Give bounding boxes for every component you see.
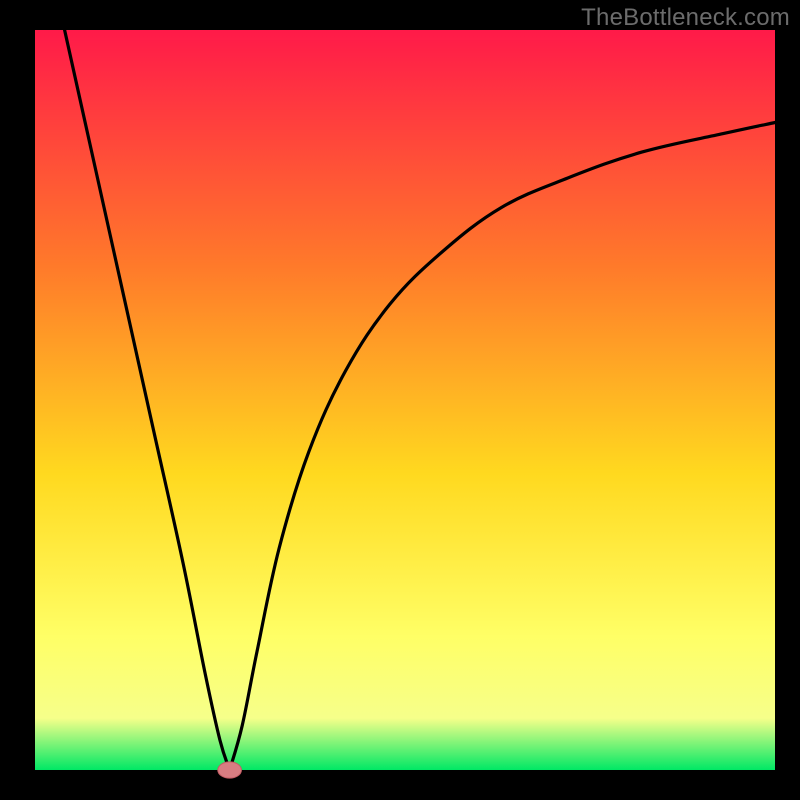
chart-frame: TheBottleneck.com [0,0,800,800]
minimum-marker [218,762,242,778]
attribution-label: TheBottleneck.com [581,4,790,32]
bottleneck-chart [0,0,800,800]
